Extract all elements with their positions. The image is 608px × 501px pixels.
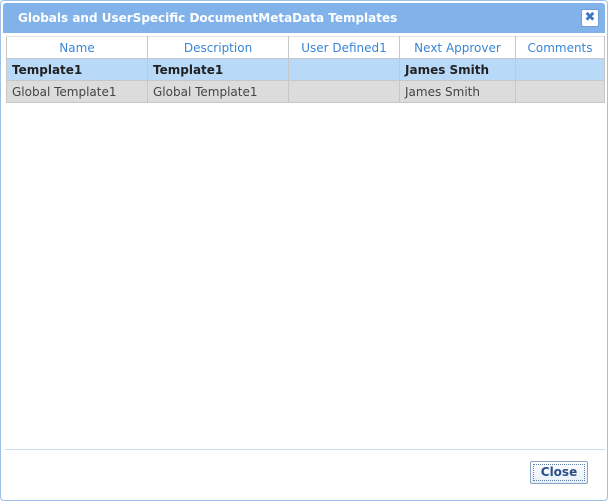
templates-dialog: Globals and UserSpecific DocumentMetaDat…: [0, 0, 608, 501]
table-row[interactable]: Global Template1 Global Template1 James …: [6, 80, 605, 103]
column-header-name[interactable]: Name: [6, 36, 148, 59]
dialog-titlebar[interactable]: Globals and UserSpecific DocumentMetaDat…: [3, 3, 605, 33]
cell-next-approver: James Smith: [399, 80, 516, 103]
cell-comments: [515, 80, 605, 103]
dialog-title: Globals and UserSpecific DocumentMetaDat…: [18, 11, 398, 25]
column-header-next-approver[interactable]: Next Approver: [399, 36, 516, 59]
close-button[interactable]: Close: [530, 461, 588, 484]
footer-divider: [5, 449, 605, 450]
column-header-comments[interactable]: Comments: [515, 36, 605, 59]
cell-description: Global Template1: [147, 80, 289, 103]
grid-header-row: Name Description User Defined1 Next Appr…: [6, 36, 605, 59]
templates-grid: Name Description User Defined1 Next Appr…: [6, 36, 605, 103]
cell-user-defined1: [288, 80, 400, 103]
cell-name: Template1: [6, 58, 148, 81]
column-header-description[interactable]: Description: [147, 36, 289, 59]
cell-description: Template1: [147, 58, 289, 81]
column-header-user-defined1[interactable]: User Defined1: [288, 36, 400, 59]
cell-user-defined1: [288, 58, 400, 81]
cell-name: Global Template1: [6, 80, 148, 103]
close-icon[interactable]: ✖: [581, 9, 599, 27]
cell-next-approver: James Smith: [399, 58, 516, 81]
cell-comments: [515, 58, 605, 81]
table-row[interactable]: Template1 Template1 James Smith: [6, 58, 605, 81]
